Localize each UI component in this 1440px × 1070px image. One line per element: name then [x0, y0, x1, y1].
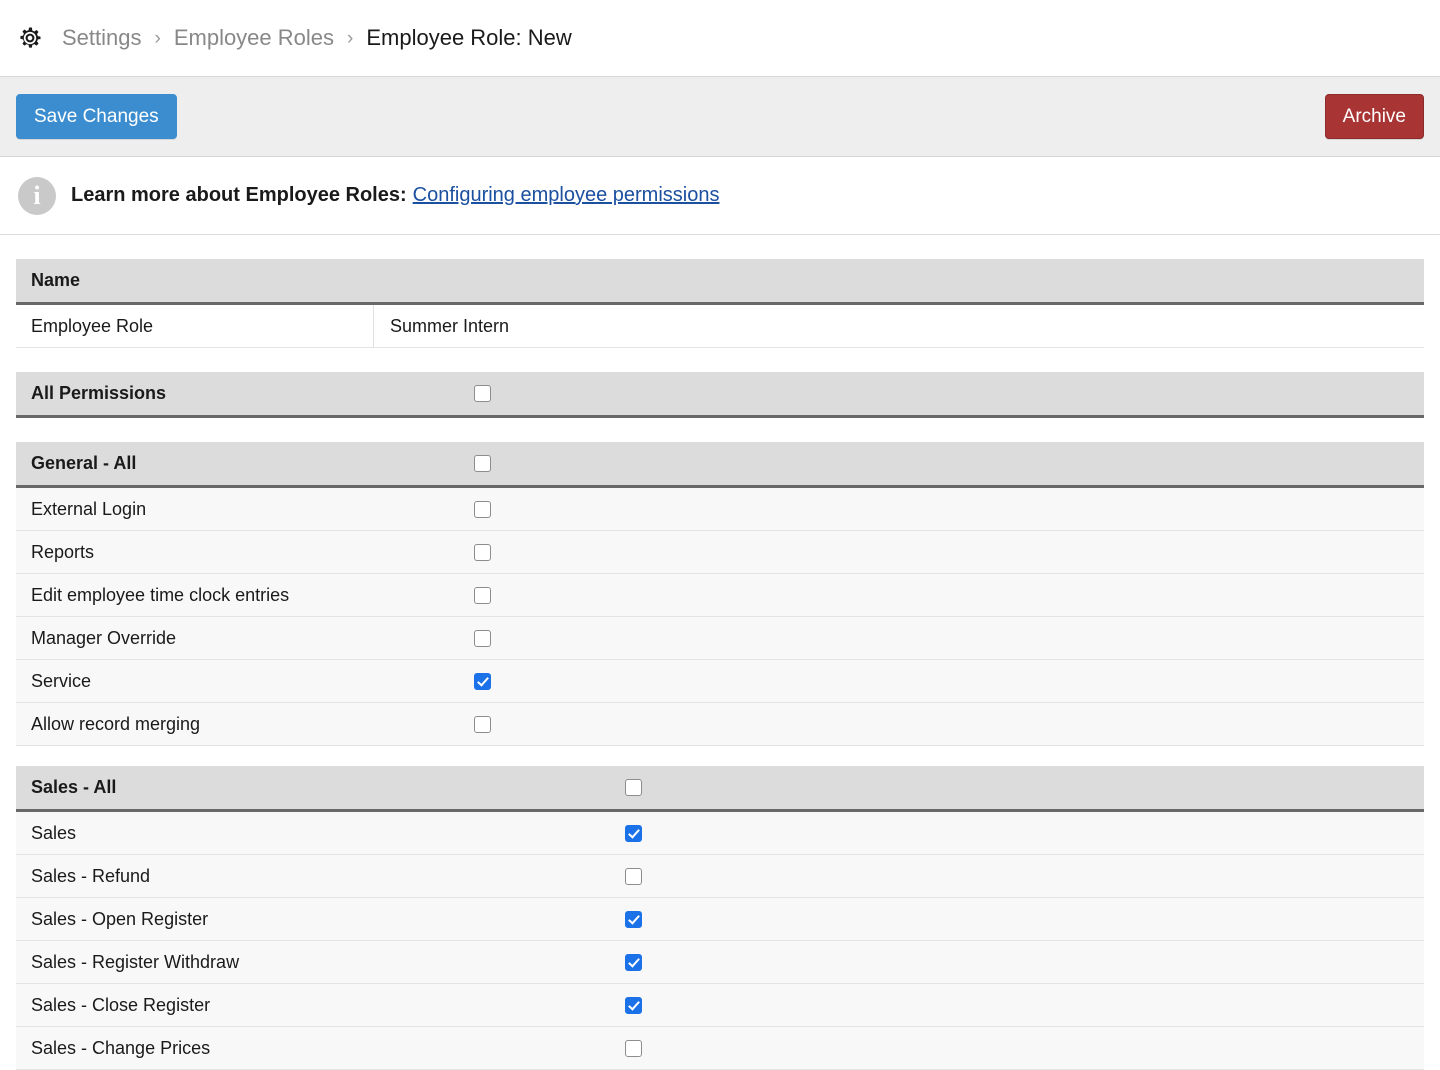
breadcrumb-separator: › — [347, 27, 354, 49]
permission-checkbox[interactable] — [625, 1039, 642, 1057]
permission-checkbox[interactable] — [474, 629, 491, 647]
action-toolbar: Save Changes Archive — [0, 77, 1440, 157]
permission-checkbox-slot — [625, 1039, 642, 1057]
permission-checkbox[interactable] — [474, 500, 491, 518]
name-column-header: Name — [31, 270, 81, 290]
section-sales-checkbox[interactable] — [625, 779, 642, 796]
table-row: Sales - Close Register — [16, 984, 1424, 1027]
permission-checkbox-slot — [625, 910, 642, 928]
table-row: Manager Override — [16, 617, 1424, 660]
permission-checkbox[interactable] — [625, 953, 642, 971]
permission-checkbox[interactable] — [474, 586, 491, 604]
table-row: Service — [16, 660, 1424, 703]
section-sales: Sales - All Sales Sales - Refund Sales -… — [16, 766, 1424, 1070]
permission-label: Manager Override — [31, 627, 177, 648]
table-row: Allow record merging — [16, 703, 1424, 746]
permission-label: External Login — [31, 498, 147, 519]
permission-label: Sales - Refund — [31, 865, 151, 886]
gear-icon[interactable] — [16, 24, 44, 52]
permission-checkbox-slot — [474, 629, 491, 647]
permission-checkbox-slot — [474, 672, 491, 690]
all-permissions-header-row: All Permissions — [16, 372, 1424, 418]
save-changes-button[interactable]: Save Changes — [16, 94, 177, 139]
all-permissions-checkbox[interactable] — [474, 385, 491, 402]
section-general-checkbox[interactable] — [474, 455, 491, 472]
table-row: External Login — [16, 488, 1424, 531]
permission-checkbox[interactable] — [474, 543, 491, 561]
all-permissions-label: All Permissions — [31, 383, 167, 403]
permission-label: Allow record merging — [31, 713, 201, 734]
all-permissions-panel: All Permissions — [16, 372, 1424, 418]
section-general-label: General - All — [31, 453, 137, 473]
breadcrumb-item-employee-roles[interactable]: Employee Roles — [174, 25, 334, 51]
info-banner-text: Learn more about Employee Roles: — [71, 184, 407, 206]
permission-checkbox[interactable] — [625, 910, 642, 928]
table-row: Sales - Change Prices — [16, 1027, 1424, 1070]
permission-checkbox-slot — [474, 543, 491, 561]
main-content: Name Employee Role Summer Intern All Per… — [0, 259, 1440, 1070]
permission-checkbox[interactable] — [474, 672, 491, 690]
permission-checkbox[interactable] — [474, 715, 491, 733]
employee-role-value[interactable]: Summer Intern — [373, 305, 1424, 347]
table-row: Sales - Refund — [16, 855, 1424, 898]
breadcrumb-item-settings[interactable]: Settings — [62, 25, 142, 51]
table-row: Sales - Open Register — [16, 898, 1424, 941]
table-row: Reports — [16, 531, 1424, 574]
permission-label: Sales - Close Register — [31, 994, 211, 1015]
permission-label: Sales - Change Prices — [31, 1037, 211, 1058]
section-sales-header-row: Sales - All — [16, 766, 1424, 812]
table-row: Sales — [16, 812, 1424, 855]
permission-checkbox-slot — [625, 953, 642, 971]
table-row: Sales - Register Withdraw — [16, 941, 1424, 984]
permission-label: Sales - Open Register — [31, 908, 209, 929]
section-general: General - All External Login Reports Edi… — [16, 442, 1424, 746]
info-banner: i Learn more about Employee Roles: Confi… — [0, 157, 1440, 235]
configuring-employee-permissions-link[interactable]: Configuring employee permissions — [413, 184, 720, 207]
breadcrumb-separator: › — [154, 27, 161, 49]
breadcrumb-item-current: Employee Role: New — [366, 25, 572, 50]
section-general-checkbox-slot — [474, 455, 491, 472]
all-permissions-checkbox-slot — [474, 385, 491, 402]
section-sales-checkbox-slot — [625, 779, 642, 796]
permission-checkbox[interactable] — [625, 824, 642, 842]
permission-checkbox-slot — [625, 824, 642, 842]
permission-checkbox-slot — [474, 715, 491, 733]
employee-role-label: Employee Role — [31, 315, 154, 336]
permission-checkbox-slot — [625, 867, 642, 885]
info-icon: i — [18, 176, 56, 215]
table-row: Edit employee time clock entries — [16, 574, 1424, 617]
employee-role-row: Employee Role Summer Intern — [16, 305, 1424, 348]
name-table: Name Employee Role Summer Intern — [16, 259, 1424, 348]
permission-checkbox-slot — [474, 586, 491, 604]
permission-label: Service — [31, 670, 92, 691]
permission-checkbox[interactable] — [625, 867, 642, 885]
section-sales-label: Sales - All — [31, 777, 117, 797]
permission-label: Edit employee time clock entries — [31, 584, 290, 605]
permission-checkbox-slot — [474, 500, 491, 518]
permission-label: Reports — [31, 541, 95, 562]
permission-label: Sales - Register Withdraw — [31, 951, 240, 972]
section-general-header-row: General - All — [16, 442, 1424, 488]
permission-checkbox-slot — [625, 996, 642, 1014]
permission-label: Sales — [31, 822, 77, 843]
permission-checkbox[interactable] — [625, 996, 642, 1014]
name-table-header: Name — [16, 259, 1424, 305]
breadcrumb-bar: Settings › Employee Roles › Employee Rol… — [0, 0, 1440, 77]
archive-button[interactable]: Archive — [1324, 94, 1424, 139]
